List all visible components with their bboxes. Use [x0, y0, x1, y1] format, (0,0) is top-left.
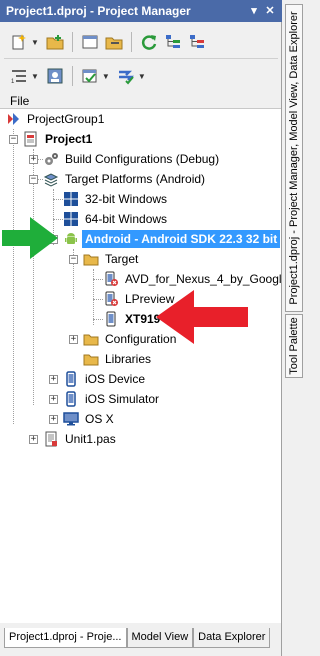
side-tab-tool-palette[interactable]: Tool Palette: [285, 314, 303, 378]
red-arrow-annotation: [156, 290, 248, 344]
expand-toggle[interactable]: +: [49, 375, 58, 384]
folder-icon: [82, 330, 100, 348]
tree-item-64bit-windows[interactable]: 64-bit Windows: [62, 209, 170, 229]
window-title: Project1.dproj - Project Manager: [6, 4, 191, 18]
side-tab-project-manager[interactable]: Project1.dproj - Project Manager, Model …: [285, 4, 303, 312]
project-tree: ProjectGroup1 − Project1 + Build Configu…: [0, 108, 281, 623]
activate-button[interactable]: [79, 65, 101, 87]
tree-item-target[interactable]: Target: [82, 249, 141, 269]
pin-icon[interactable]: ▾: [248, 5, 260, 17]
tree-item-projectgroup[interactable]: ProjectGroup1: [4, 109, 107, 129]
tree-item-project1[interactable]: Project1: [22, 129, 95, 149]
tree-item-osx[interactable]: OS X: [62, 409, 117, 429]
green-arrow-annotation: [2, 217, 58, 259]
close-icon[interactable]: ✕: [264, 5, 276, 17]
expand-toggle[interactable]: +: [49, 415, 58, 424]
unit-file-icon: [42, 430, 60, 448]
bottom-tab-bar: Project1.dproj - Proje... Model View Dat…: [4, 628, 271, 648]
device-unavailable-icon: [102, 290, 120, 308]
tree-line: [33, 149, 34, 405]
project-file-icon: [22, 130, 40, 148]
tab-model-view[interactable]: Model View: [126, 628, 194, 648]
expand-toggle[interactable]: +: [49, 395, 58, 404]
toolbar-separator: [130, 32, 132, 52]
tree-item-build-configurations[interactable]: Build Configurations (Debug): [42, 149, 222, 169]
phone-icon: [62, 370, 80, 388]
deploy-button[interactable]: [115, 65, 137, 87]
tree-item-unit1[interactable]: Unit1.pas: [42, 429, 119, 449]
project-manager-panel: Project1.dproj - Project Manager ▾ ✕ ▼ 1…: [0, 0, 282, 656]
toolbar-secondary: 1 ▼ ▼ ▼: [8, 64, 149, 88]
collapse-toggle[interactable]: −: [69, 255, 78, 264]
expand-toggle[interactable]: +: [69, 335, 78, 344]
title-bar: Project1.dproj - Project Manager ▾ ✕: [0, 0, 282, 22]
new-item-button[interactable]: [8, 31, 30, 53]
windows-icon: [62, 190, 80, 208]
toolbar-separator: [71, 66, 73, 86]
expand-toggle[interactable]: +: [29, 435, 38, 444]
folder-icon: [82, 250, 100, 268]
device-button[interactable]: [44, 65, 66, 87]
toolbar-separator: [71, 32, 73, 52]
tree-line: [93, 269, 94, 325]
refresh-button[interactable]: [138, 31, 160, 53]
folder-icon: [82, 350, 100, 368]
phone-icon: [62, 390, 80, 408]
svg-text:1: 1: [11, 79, 15, 85]
tree-item-android[interactable]: Android - Android SDK 22.3 32 bit: [62, 229, 281, 249]
add-folder-button[interactable]: [44, 31, 66, 53]
project-group-icon: [4, 110, 22, 128]
remove-button[interactable]: [103, 31, 125, 53]
open-button[interactable]: [79, 31, 101, 53]
collapse-tree-button[interactable]: [186, 31, 208, 53]
collapse-toggle[interactable]: −: [29, 175, 38, 184]
monitor-icon: [62, 410, 80, 428]
tree-item-ios-device[interactable]: iOS Device: [62, 369, 148, 389]
tree-line: [13, 129, 14, 424]
expand-tree-button[interactable]: [162, 31, 184, 53]
chevron-down-icon[interactable]: ▼: [31, 38, 39, 47]
file-label: File: [10, 94, 30, 108]
tree-item-32bit-windows[interactable]: 32-bit Windows: [62, 189, 170, 209]
side-tab-strip: Project1.dproj - Project Manager, Model …: [283, 0, 304, 656]
phone-icon: [102, 310, 120, 328]
chevron-down-icon[interactable]: ▼: [138, 72, 146, 81]
tab-project-manager[interactable]: Project1.dproj - Proje...: [4, 628, 127, 648]
toolbar-main: ▼: [8, 30, 208, 54]
toolbar-divider: [4, 58, 278, 59]
tree-item-avd[interactable]: AVD_for_Nexus_4_by_Google: [102, 269, 281, 289]
sort-button[interactable]: 1: [8, 65, 30, 87]
collapse-toggle[interactable]: −: [9, 135, 18, 144]
gear-icon: [42, 150, 60, 168]
tree-item-ios-simulator[interactable]: iOS Simulator: [62, 389, 162, 409]
device-unavailable-icon: [102, 270, 120, 288]
platforms-icon: [42, 170, 60, 188]
tree-item-target-platforms[interactable]: Target Platforms (Android): [42, 169, 208, 189]
chevron-down-icon[interactable]: ▼: [31, 72, 39, 81]
tab-data-explorer[interactable]: Data Explorer: [193, 628, 271, 648]
windows-icon: [62, 210, 80, 228]
chevron-down-icon[interactable]: ▼: [102, 72, 110, 81]
expand-toggle[interactable]: +: [29, 155, 38, 164]
android-icon: [62, 230, 80, 248]
tree-item-libraries[interactable]: Libraries: [82, 349, 154, 369]
